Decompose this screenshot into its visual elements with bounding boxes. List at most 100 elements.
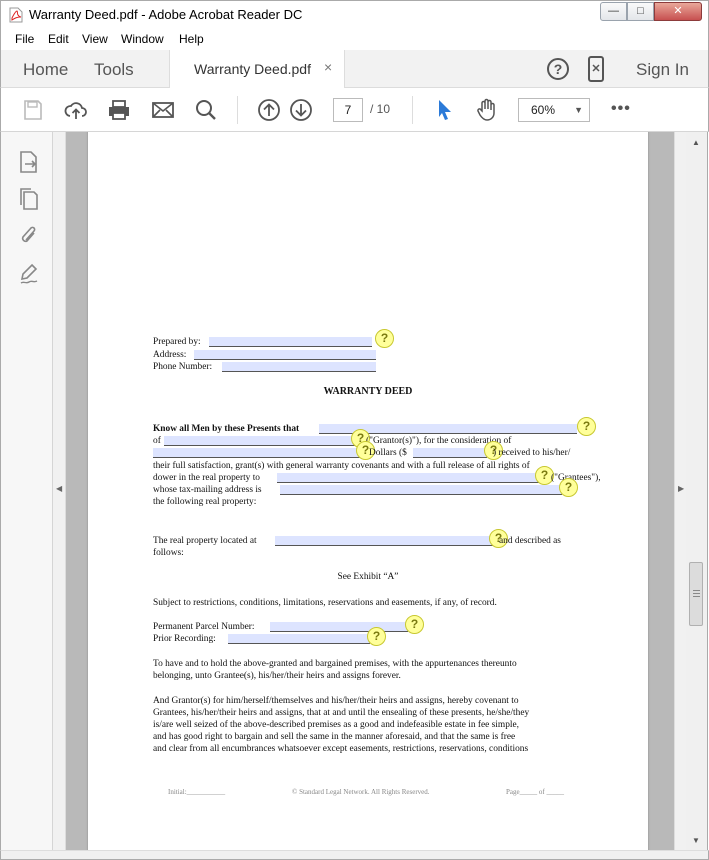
parcel-number-field[interactable] xyxy=(270,622,408,632)
status-bar xyxy=(0,850,709,860)
covenant-line-4: and has good right to bargain and sell t… xyxy=(153,732,516,742)
of-label: of xyxy=(153,436,161,446)
described-as-text: and described as xyxy=(499,536,561,546)
covenant-line-2: Grantees, his/her/their heirs and assign… xyxy=(153,708,530,718)
vertical-scrollbar[interactable]: ▲ ▼ xyxy=(686,132,708,850)
zoom-select[interactable]: 60% ▼ xyxy=(518,98,590,122)
toolbar-divider xyxy=(412,96,413,124)
nav-bar: Home Tools Warranty Deed.pdf × ? Sign In xyxy=(0,50,709,88)
page-number-input[interactable]: 7 xyxy=(333,98,363,122)
prepared-by-field[interactable] xyxy=(209,337,372,347)
page-down-icon[interactable] xyxy=(289,98,313,122)
fill-sign-icon[interactable] xyxy=(18,262,40,286)
help-icon[interactable]: ? xyxy=(547,58,569,80)
more-tools-icon[interactable]: ••• xyxy=(611,100,631,118)
document-viewer[interactable]: Prepared by: ? Address: Phone Number: WA… xyxy=(66,132,674,850)
page-thumbnails-icon[interactable] xyxy=(18,187,40,211)
dollars-text: Dollars ($ xyxy=(369,448,407,458)
close-tab-icon[interactable]: × xyxy=(324,59,332,75)
search-icon[interactable] xyxy=(194,98,218,122)
menu-edit[interactable]: Edit xyxy=(48,32,69,46)
field-help-icon[interactable]: ? xyxy=(375,329,394,348)
dower-label: dower in the real property to xyxy=(153,473,260,483)
chevron-down-icon: ▼ xyxy=(574,105,583,115)
menu-window[interactable]: Window xyxy=(121,32,164,46)
footer-copyright: © Standard Legal Network. All Rights Res… xyxy=(292,788,430,796)
document-title: WARRANTY DEED xyxy=(323,386,413,397)
document-tab-label: Warranty Deed.pdf xyxy=(194,61,311,77)
sign-in-link[interactable]: Sign In xyxy=(636,60,689,80)
menu-bar: File Edit View Window Help xyxy=(0,28,709,50)
received-text: ) received to his/her/ xyxy=(493,448,571,458)
prior-recording-label: Prior Recording: xyxy=(153,634,216,644)
minimize-button[interactable]: — xyxy=(600,2,627,21)
maximize-button[interactable]: □ xyxy=(627,2,654,21)
grantee-name-field[interactable] xyxy=(277,473,549,483)
field-help-icon[interactable]: ? xyxy=(577,417,596,436)
zoom-value: 60% xyxy=(531,103,556,117)
footer-initial: Initial:___________ xyxy=(168,788,226,796)
home-tab[interactable]: Home xyxy=(23,60,68,80)
toolbar: 7 / 10 60% ▼ ••• xyxy=(0,88,709,132)
page-total: / 10 xyxy=(370,102,391,116)
pdf-page: Prepared by: ? Address: Phone Number: WA… xyxy=(88,132,648,850)
left-panel-toggle[interactable]: ◀ xyxy=(53,132,66,850)
prepared-by-label: Prepared by: xyxy=(153,337,201,347)
mailing-address-label: whose tax-mailing address is xyxy=(153,485,262,495)
menu-help[interactable]: Help xyxy=(179,32,204,46)
address-label: Address: xyxy=(153,350,187,360)
property-location-field[interactable] xyxy=(275,536,497,546)
address-field[interactable] xyxy=(194,350,376,360)
footer-page: Page_____ of _____ xyxy=(506,788,564,796)
field-help-icon[interactable]: ? xyxy=(405,615,424,634)
following-text: the following real property: xyxy=(153,497,257,507)
located-at-label: The real property located at xyxy=(153,536,257,546)
email-icon[interactable] xyxy=(151,98,175,122)
collapse-left-icon: ◀ xyxy=(56,484,63,493)
scroll-down-icon[interactable]: ▼ xyxy=(692,836,700,845)
habendum-line-1: To have and to hold the above-granted an… xyxy=(153,659,517,669)
field-help-icon[interactable]: ? xyxy=(559,478,578,497)
prior-recording-field[interactable] xyxy=(228,634,370,644)
close-window-button[interactable]: ✕ xyxy=(654,2,702,21)
title-bar: Warranty Deed.pdf - Adobe Acrobat Reader… xyxy=(0,0,709,28)
save-icon[interactable] xyxy=(21,98,45,122)
subject-text: Subject to restrictions, conditions, lim… xyxy=(153,598,497,608)
window-title: Warranty Deed.pdf - Adobe Acrobat Reader… xyxy=(29,7,303,22)
print-icon[interactable] xyxy=(107,98,131,122)
mailing-address-field[interactable] xyxy=(280,485,562,495)
left-tools-panel xyxy=(0,132,53,850)
tools-tab[interactable]: Tools xyxy=(94,60,134,80)
menu-view[interactable]: View xyxy=(82,32,108,46)
know-all-label: Know all Men by these Presents that xyxy=(153,424,300,434)
phone-label: Phone Number: xyxy=(153,362,213,372)
covenant-line-1: And Grantor(s) for him/herself/themselve… xyxy=(153,696,519,706)
field-help-icon[interactable]: ? xyxy=(367,627,386,646)
page-up-icon[interactable] xyxy=(257,98,281,122)
document-tab[interactable]: Warranty Deed.pdf × xyxy=(169,50,345,88)
dollar-amount-field[interactable] xyxy=(413,448,487,458)
grantor-of-field[interactable] xyxy=(164,436,358,446)
follows-text: follows: xyxy=(153,548,184,558)
right-panel-toggle[interactable]: ▶ xyxy=(674,132,686,850)
hand-tool-icon[interactable] xyxy=(475,98,499,122)
phone-field[interactable] xyxy=(222,362,376,372)
warranty-text: their full satisfaction, grant(s) with g… xyxy=(153,461,530,471)
menu-file[interactable]: File xyxy=(15,32,34,46)
export-pdf-icon[interactable] xyxy=(18,150,40,174)
parcel-number-label: Permanent Parcel Number: xyxy=(153,622,255,632)
covenant-line-5: and clear from all encumbrances whatsoev… xyxy=(153,744,529,754)
consideration-field[interactable] xyxy=(153,448,365,458)
scrollbar-thumb[interactable] xyxy=(689,562,703,626)
select-cursor-icon[interactable] xyxy=(433,98,457,122)
exhibit-reference: See Exhibit “A” xyxy=(337,572,399,582)
covenant-line-3: is/are well seized of the above-describe… xyxy=(153,720,520,730)
scroll-up-icon[interactable]: ▲ xyxy=(692,138,700,147)
toolbar-divider xyxy=(237,96,238,124)
pdf-file-icon xyxy=(9,7,23,23)
attachments-icon[interactable] xyxy=(18,224,40,248)
collapse-right-icon: ▶ xyxy=(678,484,685,493)
mobile-link-icon[interactable] xyxy=(588,56,604,82)
upload-icon[interactable] xyxy=(64,98,88,122)
habendum-line-2: belonging, unto Grantee(s), his/her/thei… xyxy=(153,671,401,681)
